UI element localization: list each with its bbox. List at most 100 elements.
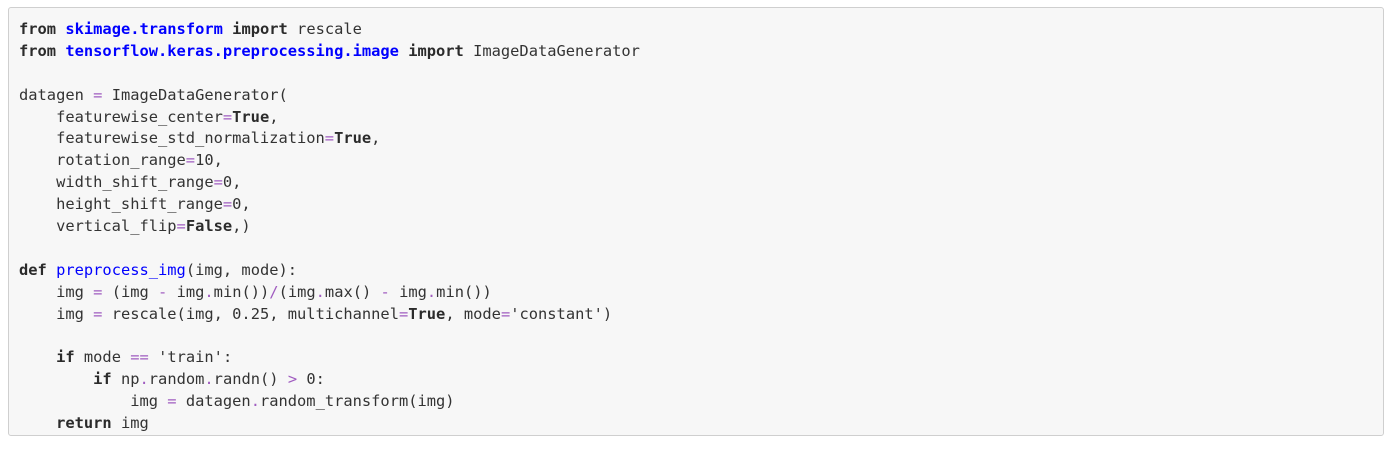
- code-text: ,: [269, 107, 279, 126]
- code-text: ,: [213, 151, 223, 170]
- keyword: if: [93, 370, 112, 389]
- code-text: width_shift_range: [19, 173, 214, 192]
- code-text: min()): [213, 282, 270, 301]
- code-text: vertical_flip: [19, 217, 177, 236]
- keyword: True: [334, 129, 372, 148]
- keyword: from: [19, 41, 57, 60]
- code-text: featurewise_center: [19, 107, 223, 126]
- code-line: if mode == 'train':: [19, 347, 640, 369]
- operator: =: [222, 107, 233, 126]
- code-text: ,): [232, 217, 251, 236]
- code-text: randn(): [213, 370, 288, 389]
- keyword: import: [408, 41, 464, 60]
- keyword: True: [232, 107, 270, 126]
- function-name: preprocess_img: [56, 260, 186, 279]
- code-line: vertical_flip=False,): [19, 216, 640, 238]
- operator: =: [324, 129, 335, 148]
- code-text: (img: [278, 282, 316, 301]
- code-text: :: [315, 370, 325, 389]
- module-name: tensorflow.keras.preprocessing.image: [65, 41, 399, 60]
- code-text: ImageDataGenerator: [463, 41, 640, 60]
- keyword: False: [185, 217, 233, 236]
- code-text: random_transform(img): [259, 392, 455, 411]
- string-literal: 'constant': [510, 304, 603, 323]
- code-line: datagen = ImageDataGenerator(: [19, 85, 640, 107]
- operator: >: [287, 370, 298, 389]
- operator: /: [269, 282, 279, 301]
- number-literal: 0: [306, 370, 316, 389]
- code-text: ImageDataGenerator(: [102, 85, 288, 104]
- code-text: datagen: [19, 85, 94, 104]
- operator: .: [250, 392, 260, 411]
- code-text: , multichannel: [269, 304, 399, 323]
- string-literal: 'train': [158, 348, 223, 367]
- operator: .: [204, 282, 214, 301]
- code-text: img: [389, 282, 427, 301]
- code-cell[interactable]: from skimage.transform import rescale fro…: [8, 7, 1384, 436]
- number-literal: 10: [195, 151, 214, 170]
- code-line: def preprocess_img(img, mode):: [19, 260, 640, 282]
- operator: =: [185, 151, 196, 170]
- code-text: ,: [232, 173, 242, 192]
- code-text: datagen: [176, 392, 251, 411]
- code-text: random: [148, 370, 205, 389]
- code-line: featurewise_center=True,: [19, 107, 640, 129]
- code-block: from skimage.transform import rescale fro…: [19, 19, 640, 435]
- code-text: ): [602, 304, 613, 323]
- operator: .: [315, 282, 325, 301]
- code-line: rotation_range=10,: [19, 150, 640, 172]
- code-text: img: [19, 392, 168, 411]
- keyword: return: [56, 414, 112, 433]
- operator: =: [222, 195, 233, 214]
- code-line: img = (img - img.min())/(img.max() - img…: [19, 282, 640, 304]
- code-text: mode: [74, 348, 131, 367]
- code-text: ,: [371, 129, 381, 148]
- operator: =: [500, 304, 511, 323]
- operator: .: [204, 370, 214, 389]
- keyword: def: [19, 260, 47, 279]
- operator: -: [380, 282, 390, 301]
- code-line: img = datagen.random_transform(img): [19, 391, 640, 413]
- code-text: rescale(img,: [102, 304, 233, 323]
- operator: .: [426, 282, 437, 301]
- operator: .: [139, 370, 149, 389]
- operator: =: [213, 173, 223, 192]
- code-text: featurewise_std_normalization: [19, 129, 325, 148]
- operator: -: [158, 282, 168, 301]
- code-text: height_shift_range: [19, 195, 223, 214]
- code-line: from skimage.transform import rescale: [19, 19, 640, 41]
- code-text: img: [19, 304, 94, 323]
- code-text: ,: [241, 195, 251, 214]
- code-text: rotation_range: [19, 151, 186, 170]
- code-text: :: [222, 348, 233, 367]
- code-line: if np.random.randn() > 0:: [19, 369, 640, 391]
- code-line: width_shift_range=0,: [19, 172, 640, 194]
- code-text: , mode: [445, 304, 501, 323]
- code-text: (img: [102, 282, 159, 301]
- code-line: featurewise_std_normalization=True,: [19, 128, 640, 150]
- keyword: if: [56, 348, 75, 367]
- operator: =: [167, 392, 177, 411]
- code-text: img: [111, 414, 149, 433]
- code-text: max(): [324, 282, 381, 301]
- code-text: img: [19, 282, 94, 301]
- keyword: import: [232, 20, 288, 38]
- module-name: skimage.transform: [65, 20, 223, 38]
- code-line: height_shift_range=0,: [19, 194, 640, 216]
- operator: =: [176, 217, 186, 236]
- code-line: return img: [19, 413, 640, 435]
- code-text: min()): [436, 282, 492, 301]
- keyword: True: [408, 304, 446, 323]
- operator: =: [398, 304, 409, 323]
